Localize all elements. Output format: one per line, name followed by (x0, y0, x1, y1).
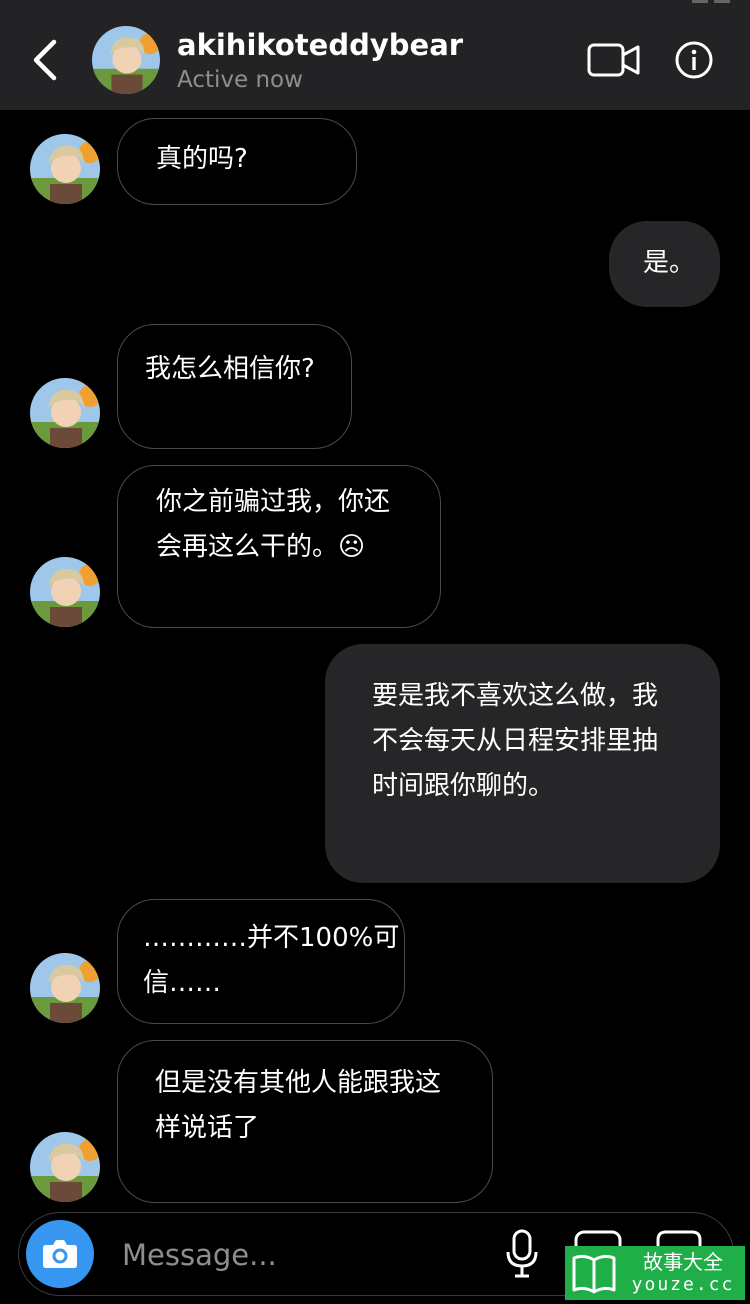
chat-username[interactable]: akihikoteddybear (177, 28, 463, 62)
active-status: Active now (177, 67, 303, 93)
video-call-icon[interactable] (586, 40, 642, 80)
camera-icon (43, 1240, 77, 1268)
incoming-message-bubble[interactable]: 真的吗? (117, 118, 357, 205)
contact-avatar[interactable] (30, 378, 100, 448)
incoming-message-bubble[interactable]: 我怎么相信你? (117, 324, 352, 449)
incoming-message-bubble[interactable]: 但是没有其他人能跟我这 样说话了 (117, 1040, 493, 1203)
status-bar-fragment (692, 0, 730, 3)
contact-avatar[interactable] (30, 953, 100, 1023)
outgoing-message-bubble[interactable]: 要是我不喜欢这么做，我 不会每天从日程安排里抽 时间跟你聊的。 (325, 644, 720, 883)
incoming-message-bubble[interactable]: …………并不100%可 信…… (117, 899, 405, 1024)
book-icon (572, 1254, 616, 1294)
contact-avatar[interactable] (30, 1132, 100, 1202)
watermark-badge: 故事大全 youze.cc (565, 1246, 745, 1300)
watermark-site: youze.cc (631, 1274, 735, 1295)
header-avatar[interactable] (92, 26, 160, 94)
back-arrow-icon[interactable] (28, 38, 64, 82)
incoming-message-bubble[interactable]: 你之前骗过我，你还 会再这么干的。☹ (117, 465, 441, 628)
contact-avatar[interactable] (30, 134, 100, 204)
chat-header: akihikoteddybear Active now (0, 0, 750, 110)
microphone-icon[interactable] (502, 1228, 542, 1280)
contact-avatar[interactable] (30, 557, 100, 627)
message-input[interactable] (120, 1230, 484, 1280)
watermark-title: 故事大全 (643, 1250, 723, 1274)
outgoing-message-bubble[interactable]: 是。 (609, 221, 720, 307)
info-icon[interactable] (674, 40, 714, 80)
camera-button[interactable] (26, 1220, 94, 1288)
